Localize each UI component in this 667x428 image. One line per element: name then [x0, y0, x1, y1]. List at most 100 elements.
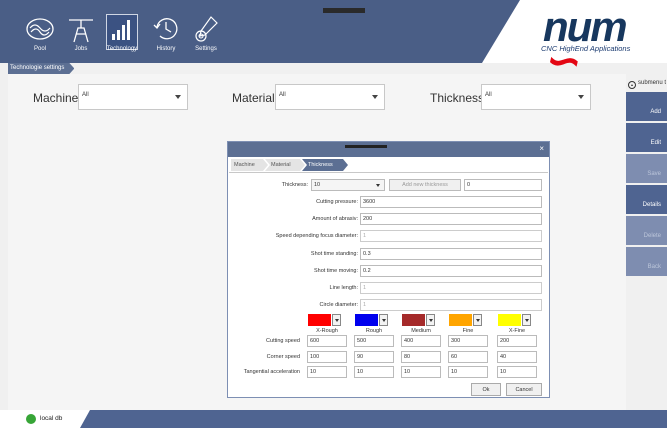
cutting-speed-medium[interactable]: 400 [401, 335, 441, 347]
wizard-step-material[interactable]: Material [265, 159, 305, 171]
circle-diameter-input[interactable]: 1 [360, 299, 542, 311]
add-new-thickness-button[interactable]: Add new thickness [389, 179, 461, 191]
edit-button[interactable]: Edit [626, 123, 667, 152]
chevron-down-icon [578, 95, 584, 99]
collapse-icon [628, 81, 636, 89]
history-icon [153, 18, 178, 40]
technology-icon [112, 20, 130, 40]
ok-button[interactable]: Ok [471, 383, 501, 396]
close-icon[interactable]: × [539, 144, 544, 153]
circle-diameter-label: Circle diameter: [319, 302, 358, 308]
corner-speed-fine[interactable]: 60 [448, 351, 488, 363]
wizard-step-machine[interactable]: Machine [231, 159, 268, 171]
database-status-icon [26, 414, 36, 424]
chevron-down-icon [175, 95, 181, 99]
nav-jobs[interactable]: Jobs [61, 10, 101, 54]
settings-icon [195, 16, 218, 42]
chevron-down-icon[interactable] [426, 314, 435, 326]
column-x-fine: X-Fine [508, 328, 526, 334]
shot-time-moving-input[interactable]: 0.2 [360, 265, 542, 277]
x-fine-color-swatch[interactable] [498, 314, 521, 326]
cancel-button[interactable]: Cancel [506, 383, 542, 396]
delete-button[interactable]: Delete [626, 216, 667, 245]
tangential-acceleration-fine[interactable]: 10 [448, 366, 488, 378]
machine-filter-label: Machine [33, 91, 79, 105]
shot-time-standing-label: Shot time standing: [310, 251, 358, 257]
shot-time-standing-input[interactable]: 0.3 [360, 248, 542, 260]
nav-pool[interactable]: Pool [20, 10, 60, 54]
database-label: local db [40, 415, 63, 422]
tangential-acceleration-x-rough[interactable]: 10 [307, 366, 347, 378]
status-bar [0, 410, 667, 428]
cutting-pressure-input[interactable]: 3600 [360, 196, 542, 208]
tangential-acceleration-rough[interactable]: 10 [354, 366, 394, 378]
chevron-down-icon[interactable] [473, 314, 482, 326]
add-button[interactable]: Add [626, 92, 667, 121]
tangential-acceleration-x-fine[interactable]: 10 [497, 366, 537, 378]
thickness-filter-select[interactable]: All [481, 84, 591, 110]
chevron-down-icon [376, 184, 380, 187]
amount-abrasiv-input[interactable]: 200 [360, 213, 542, 225]
window-drag-grip[interactable] [323, 8, 365, 13]
line-length-label: Line length: [329, 285, 358, 291]
fine-color-swatch[interactable] [449, 314, 472, 326]
material-filter-value: All [279, 92, 286, 98]
details-button[interactable]: Details [626, 185, 667, 214]
corner-speed-x-rough[interactable]: 100 [307, 351, 347, 363]
new-thickness-input[interactable]: 0 [464, 179, 542, 191]
amount-abrasiv-label: Amount of abrasiv: [312, 216, 358, 222]
submenu-label: submenu t [638, 80, 667, 86]
corner-speed-rough[interactable]: 90 [354, 351, 394, 363]
nav-technology[interactable]: Technology [102, 10, 142, 54]
breadcrumb[interactable]: Technologie settings [8, 63, 74, 74]
cutting-speed-label: Cutting speed [266, 338, 300, 344]
nav-settings-label: Settings [195, 46, 217, 52]
focus-diameter-label: Speed depending focus diameter: [275, 233, 358, 239]
rough-color-swatch[interactable] [355, 314, 378, 326]
submenu-toggle[interactable]: submenu t [626, 80, 667, 92]
cutting-pressure-label: Cutting pressure: [316, 199, 358, 205]
column-x-rough: X-Rough [316, 328, 338, 334]
column-rough: Rough [365, 328, 383, 334]
column-fine: Fine [462, 328, 474, 334]
chevron-down-icon [372, 95, 378, 99]
x-rough-color-swatch[interactable] [308, 314, 331, 326]
save-button[interactable]: Save [626, 154, 667, 183]
tangential-acceleration-medium[interactable]: 10 [401, 366, 441, 378]
thickness-dialog: × Machine Material Thickness Thickness: … [227, 141, 550, 398]
chevron-down-icon[interactable] [379, 314, 388, 326]
cutting-speed-x-rough[interactable]: 600 [307, 335, 347, 347]
machine-filter-select[interactable]: All [78, 84, 188, 110]
wizard-divider [229, 172, 548, 173]
material-filter-label: Material [232, 91, 275, 105]
medium-color-swatch[interactable] [402, 314, 425, 326]
cutting-speed-rough[interactable]: 500 [354, 335, 394, 347]
material-filter-select[interactable]: All [275, 84, 385, 110]
cutting-speed-x-fine[interactable]: 200 [497, 335, 537, 347]
thickness-field-label: Thickness: [281, 182, 308, 188]
wizard-step-thickness[interactable]: Thickness [302, 159, 348, 171]
thickness-select[interactable]: 10 [311, 179, 385, 191]
chevron-down-icon[interactable] [332, 314, 341, 326]
nav-settings[interactable]: Settings [186, 10, 226, 54]
cutting-speed-fine[interactable]: 300 [448, 335, 488, 347]
thickness-filter-label: Thickness [430, 91, 485, 105]
shot-time-moving-label: Shot time moving: [313, 268, 358, 274]
thickness-filter-value: All [485, 92, 492, 98]
corner-speed-label: Corner speed [266, 354, 300, 360]
pool-icon [26, 18, 54, 40]
column-medium: Medium [411, 328, 431, 334]
dialog-title-bar[interactable]: × [228, 142, 549, 157]
line-length-input[interactable]: 1 [360, 282, 542, 294]
dialog-drag-grip[interactable] [345, 145, 387, 148]
chevron-down-icon[interactable] [522, 314, 531, 326]
tangential-acceleration-label: Tangential acceleration [243, 369, 300, 375]
back-button[interactable]: Back [626, 247, 667, 276]
corner-speed-medium[interactable]: 80 [401, 351, 441, 363]
corner-speed-x-fine[interactable]: 40 [497, 351, 537, 363]
thickness-select-value: 10 [314, 182, 321, 188]
focus-diameter-input[interactable]: 1 [360, 230, 542, 242]
machine-filter-value: All [82, 92, 89, 98]
jobs-icon [69, 19, 93, 43]
brand-tagline: CNC HighEnd Applications [541, 44, 631, 53]
